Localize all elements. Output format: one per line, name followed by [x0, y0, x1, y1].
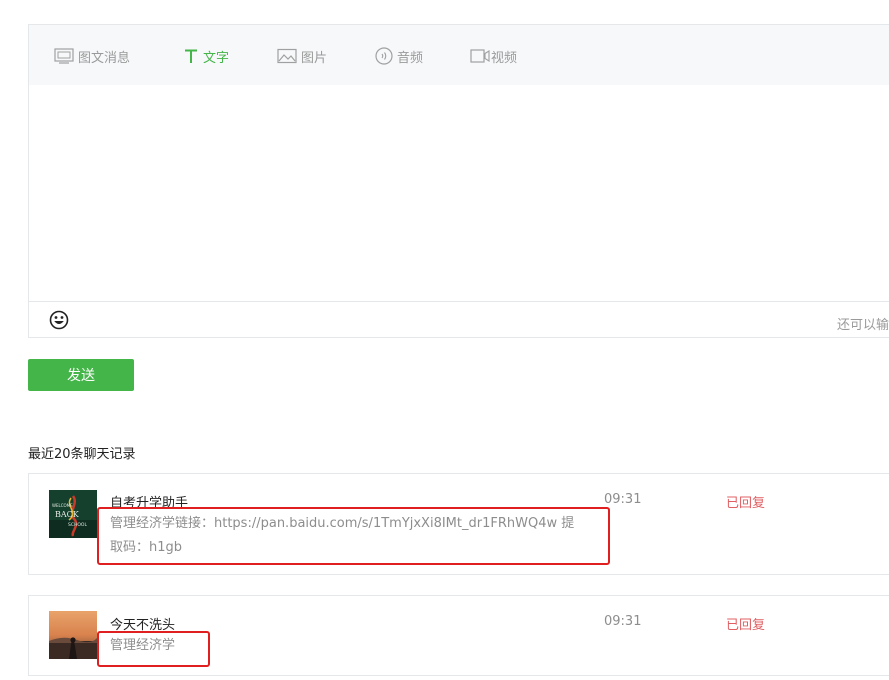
tab-audio[interactable]: 音频 — [375, 45, 423, 67]
avatar[interactable] — [49, 611, 97, 659]
avatar-text-2: BACK — [55, 510, 80, 519]
message-textarea[interactable] — [29, 85, 889, 301]
tab-video-label: 视频 — [491, 50, 518, 66]
message-time: 09:31 — [604, 614, 642, 629]
highlight-box — [97, 631, 210, 667]
text-icon — [183, 48, 199, 64]
reply-status[interactable]: 已回复 — [726, 614, 765, 633]
video-icon — [470, 48, 490, 64]
tab-text-label: 文字 — [203, 50, 230, 66]
highlight-box — [97, 507, 610, 565]
article-icon — [54, 48, 74, 64]
avatar[interactable]: WELCOME BACK SCHOOL — [49, 490, 97, 538]
char-count-hint: 还可以输 — [837, 318, 889, 333]
editor-divider — [29, 301, 889, 302]
smiley-icon[interactable] — [49, 310, 69, 330]
image-icon — [277, 48, 297, 64]
tab-video[interactable]: 视频 — [470, 45, 517, 67]
avatar-text-1: WELCOME — [52, 503, 73, 508]
tab-image-label: 图片 — [301, 50, 328, 66]
tab-audio-label: 音频 — [397, 50, 424, 66]
tab-text[interactable]: 文字 — [183, 45, 229, 67]
reply-status[interactable]: 已回复 — [726, 492, 765, 511]
avatar-text-3: SCHOOL — [68, 522, 87, 528]
audio-icon — [375, 47, 393, 65]
tab-article[interactable]: 图文消息 — [54, 45, 130, 67]
tab-article-label: 图文消息 — [78, 50, 131, 66]
message-time: 09:31 — [604, 492, 642, 507]
send-button[interactable]: 发送 — [28, 359, 134, 391]
message-editor: 图文消息 文字 图片 音频 视频 还可以输 — [28, 24, 889, 338]
history-title: 最近20条聊天记录 — [28, 447, 136, 462]
message-type-tabs: 图文消息 文字 图片 音频 视频 — [29, 25, 889, 85]
tab-image[interactable]: 图片 — [277, 45, 327, 67]
